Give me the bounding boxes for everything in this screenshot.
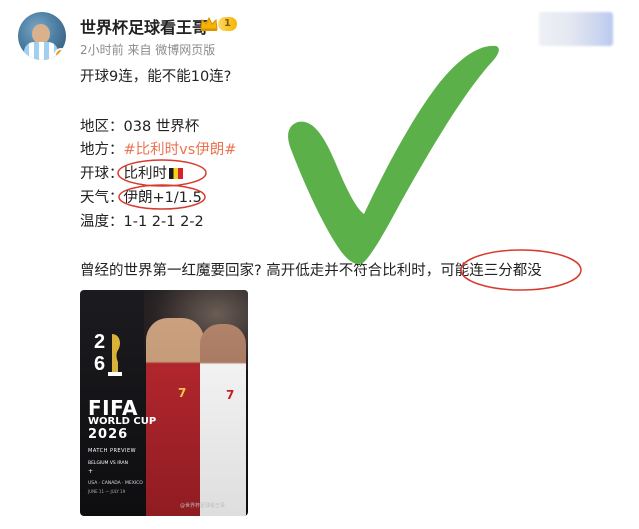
- post-meta: 2小时前 来自 微博网页版: [80, 43, 216, 57]
- poster-hosts: USA · CANADA · MEXICO: [88, 481, 143, 486]
- teams-line: 地方：#比利时vs伊朗#: [80, 140, 236, 160]
- kickoff-line: 开球：比利时: [80, 164, 183, 184]
- comment-circled: 可能连三分都没: [440, 263, 542, 279]
- kickoff-label: 开球：: [80, 166, 124, 182]
- player2-number: 7: [226, 388, 235, 402]
- avatar-face: [32, 24, 50, 44]
- temperature-value: 1-1 2-1 2-2: [123, 214, 204, 230]
- poster-plus: +: [88, 468, 94, 475]
- temperature-line: 温度：1-1 2-1 2-2: [80, 212, 204, 232]
- weather-label: 天气：: [80, 190, 124, 206]
- avatar[interactable]: [18, 12, 66, 60]
- weather-value: 伊朗+1/1.5: [123, 190, 202, 206]
- svg-text:6: 6: [94, 353, 105, 375]
- svg-text:2: 2: [94, 331, 105, 353]
- poster-world-cup: WORLD CUP: [88, 416, 157, 427]
- trophy-icon: 2 6: [94, 331, 122, 376]
- level-badge: 1: [218, 17, 237, 31]
- comment-line: 曾经的世界第一红魔要回家? 高开低走并不符合比利时，可能连三分都没: [80, 261, 542, 281]
- post-intro: 开球9连，能不能10连?: [80, 69, 232, 85]
- comment-main: 曾经的世界第一红魔要回家? 高开低走并不符合比利时，: [80, 263, 441, 279]
- poster-match-preview: MATCH PREVIEW: [88, 448, 137, 454]
- temperature-label: 温度：: [80, 214, 124, 230]
- region-line: 地区：038 世界杯: [80, 117, 199, 137]
- avatar-shirt: [24, 42, 58, 60]
- blurred-action-area: [539, 12, 613, 46]
- poster-year: 2026: [88, 427, 129, 442]
- kickoff-value: 比利时: [123, 166, 168, 182]
- username[interactable]: 世界杯足球看王哥: [80, 14, 208, 38]
- poster-matchup: BELGIUM VS IRAN: [88, 461, 128, 466]
- weather-line: 天气：伊朗+1/1.5: [80, 188, 202, 208]
- verified-icon: [54, 48, 66, 60]
- poster-watermark: @世界杯足球看王哥: [180, 503, 226, 509]
- poster-dates: JUNE 11 — JULY 19: [88, 489, 126, 494]
- iran-player: [200, 324, 246, 516]
- topic-link[interactable]: #比利时vs伊朗#: [124, 142, 237, 158]
- belgium-flag-icon: [169, 168, 183, 179]
- region-label: 地区：: [80, 119, 124, 135]
- crown-icon: [200, 16, 218, 31]
- region-value: 038 世界杯: [123, 119, 200, 135]
- match-poster-image[interactable]: 7 7 2 6 FIFA WORLD CUP 2026 MATCH PREVIE…: [80, 290, 248, 516]
- teams-label: 地方：: [80, 142, 124, 158]
- player1-number: 7: [178, 386, 187, 400]
